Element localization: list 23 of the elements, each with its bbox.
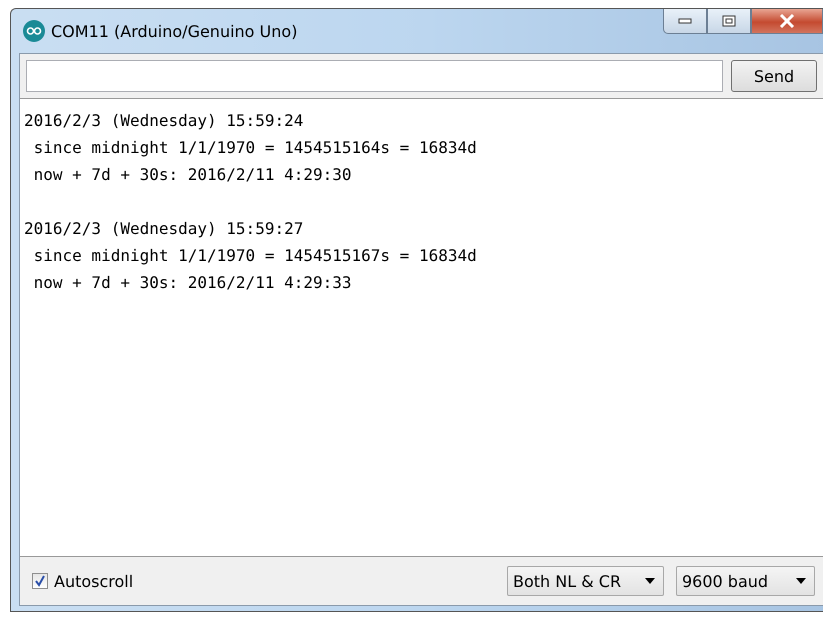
maximize-icon (722, 15, 736, 27)
close-icon (779, 14, 795, 28)
autoscroll-label: Autoscroll (54, 572, 134, 590)
maximize-button[interactable] (707, 9, 751, 34)
output-line: now + 7d + 30s: 2016/2/11 4:29:33 (32, 272, 352, 294)
message-input-field[interactable] (26, 60, 723, 92)
checkmark-icon (34, 575, 46, 587)
baud-rate-dropdown[interactable]: 9600 baud (676, 566, 815, 596)
minimize-icon (678, 18, 692, 24)
close-button[interactable] (751, 9, 823, 34)
output-line: since midnight 1/1/1970 = 1454515164s = 16834d (32, 137, 477, 159)
line-ending-dropdown[interactable]: Both NL & CR (507, 566, 664, 596)
infinity-logo-icon (23, 20, 45, 42)
caret-icon (796, 578, 806, 584)
autoscroll-checkbox[interactable] (32, 573, 48, 589)
output-line: since midnight 1/1/1970 = 1454515167s = 16834d (32, 245, 477, 267)
minimize-button[interactable] (663, 9, 707, 34)
output-line: 2016/2/3 (Wednesday) 15:59:24 (24, 110, 304, 132)
send-button[interactable]: Send (731, 60, 817, 92)
caret-icon (645, 578, 655, 584)
output-line: 2016/2/3 (Wednesday) 15:59:27 (24, 218, 304, 240)
output-line: now + 7d + 30s: 2016/2/11 4:29:30 (32, 164, 352, 186)
window-title: COM11 (Arduino/Genuino Uno) (51, 22, 298, 40)
